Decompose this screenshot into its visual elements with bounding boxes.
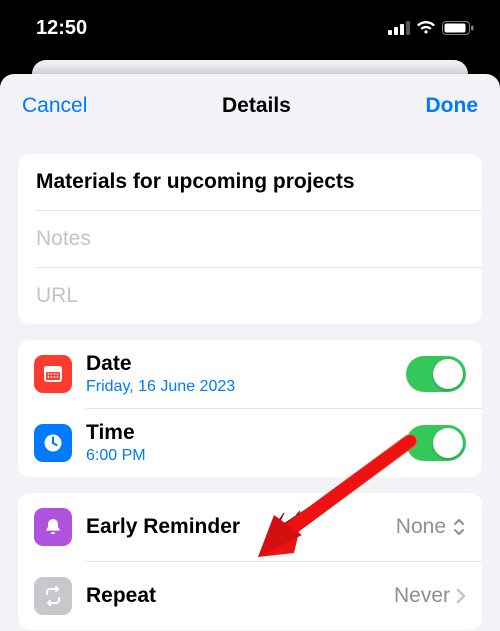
repeat-row[interactable]: Repeat Never [18, 562, 482, 630]
url-input[interactable] [36, 284, 464, 308]
done-button[interactable]: Done [426, 94, 479, 118]
early-reminder-row[interactable]: Early Reminder None [18, 493, 482, 561]
time-label: Time [86, 421, 406, 445]
time-row[interactable]: Time 6:00 PM [18, 409, 482, 477]
url-field-wrapper [18, 268, 482, 324]
time-value: 6:00 PM [86, 447, 406, 465]
page-title: Details [222, 94, 291, 118]
cellular-icon [388, 21, 410, 35]
nav-bar: Cancel Details Done [0, 74, 500, 138]
date-row[interactable]: Date Friday, 16 June 2023 [18, 340, 482, 408]
repeat-label: Repeat [86, 584, 394, 608]
status-bar: 12:50 [0, 0, 500, 56]
title-field-wrapper [18, 154, 482, 210]
repeat-value: Never [394, 584, 450, 608]
text-fields-group [18, 154, 482, 324]
clock-icon [34, 424, 72, 462]
date-value: Friday, 16 June 2023 [86, 378, 406, 396]
options-group: Early Reminder None Repeat Never [18, 493, 482, 630]
time-toggle[interactable] [406, 425, 466, 461]
early-reminder-label: Early Reminder [86, 515, 396, 539]
cancel-button[interactable]: Cancel [22, 94, 87, 118]
title-input[interactable] [36, 170, 464, 194]
date-time-group: Date Friday, 16 June 2023 Time 6:00 PM [18, 340, 482, 477]
early-reminder-value: None [396, 515, 446, 539]
bell-icon [34, 508, 72, 546]
wifi-icon [416, 21, 436, 35]
notes-field-wrapper [18, 211, 482, 267]
calendar-icon [34, 355, 72, 393]
status-time: 12:50 [36, 17, 87, 40]
repeat-icon [34, 577, 72, 615]
status-icons [388, 21, 474, 35]
date-label: Date [86, 352, 406, 376]
battery-icon [442, 21, 474, 35]
chevron-right-icon [456, 588, 466, 604]
notes-input[interactable] [36, 227, 464, 251]
details-sheet: Cancel Details Done Date Friday, 16 June… [0, 74, 500, 631]
date-toggle[interactable] [406, 356, 466, 392]
updown-chevron-icon [452, 517, 466, 537]
